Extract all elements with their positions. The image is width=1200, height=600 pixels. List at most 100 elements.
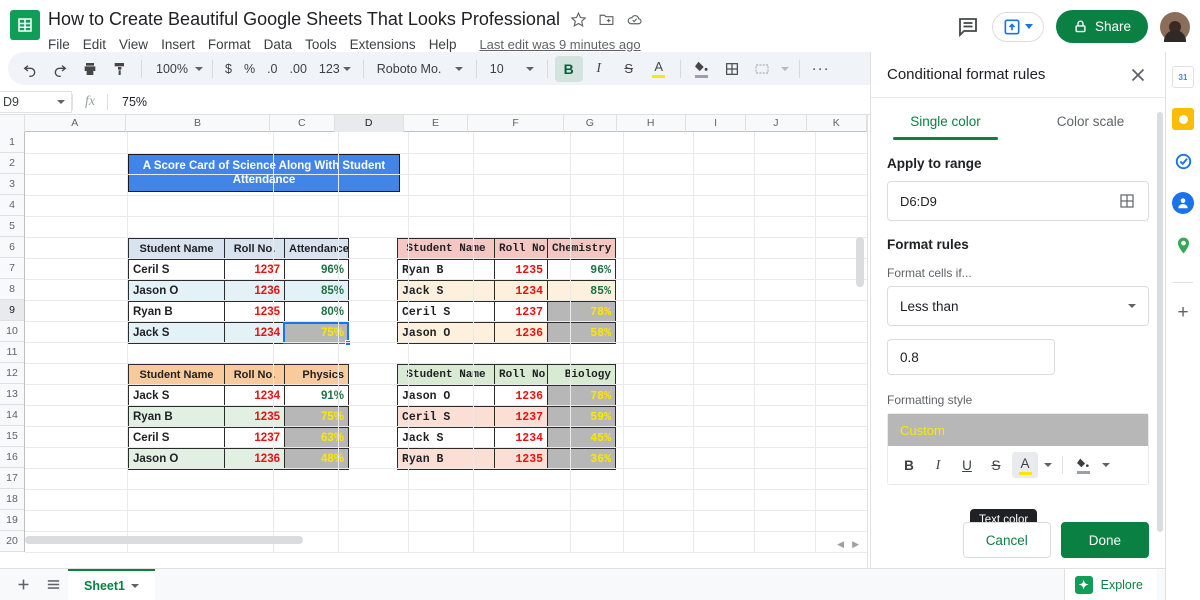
row-header-6[interactable]: 6 [0,237,24,258]
cell-roll-no[interactable]: 1235 [494,448,548,470]
cell-score[interactable]: 78% [547,301,616,323]
row-header-1[interactable]: 1 [0,132,24,153]
threshold-input[interactable]: 0.8 [887,339,1055,375]
avatar[interactable] [1160,11,1190,42]
present-to-meeting-button[interactable] [991,11,1044,42]
cell-student-name[interactable]: Jason O [397,322,495,344]
cell-student-name[interactable]: Jack S [128,322,225,344]
cell-score[interactable]: 59% [547,406,616,428]
cell-student-name[interactable]: Ceril S [397,301,495,323]
column-header-d[interactable]: D [334,115,404,132]
cancel-button[interactable]: Cancel [962,522,1051,558]
panel-scrollbar[interactable] [1157,112,1163,532]
document-title[interactable]: How to Create Beautiful Google Sheets Th… [48,9,560,30]
add-app-button[interactable]: + [1177,303,1188,322]
column-header-k[interactable]: K [807,115,867,132]
cell-roll-no[interactable]: 1237 [494,406,548,428]
cell-roll-no[interactable]: 1235 [494,259,548,281]
score-card-banner[interactable]: A Score Card of Science Along With Stude… [128,154,400,192]
horizontal-scrollbar[interactable] [25,536,845,548]
cell-roll-no[interactable]: 1235 [224,301,285,323]
cell-score[interactable]: 96% [547,259,616,281]
italic-button[interactable]: I [585,56,613,82]
cell-roll-no[interactable]: 1236 [494,322,548,344]
strikethrough-button[interactable]: S [615,56,643,82]
share-button[interactable]: Share [1055,10,1148,43]
cell-roll-no[interactable]: 1237 [224,259,285,281]
column-header-b[interactable]: B [126,115,271,132]
column-header-a[interactable]: A [25,115,126,132]
cell-student-name[interactable]: Jason O [397,385,495,407]
style-underline-button[interactable]: U [954,452,980,478]
table-row[interactable]: Ryan B 1235 36% [397,448,616,470]
style-fill-color-caret[interactable] [1099,452,1113,478]
menu-item-tools[interactable]: Tools [305,37,337,52]
percent-format-button[interactable]: % [239,56,260,82]
cell-roll-no[interactable]: 1234 [494,427,548,449]
table-row[interactable]: Ceril S 1237 63% [128,427,349,449]
add-sheet-icon[interactable] [8,572,38,598]
table-row[interactable]: Jason O 1236 85% [128,280,349,302]
explore-button[interactable]: ✦ Explore [1063,568,1157,600]
keep-icon[interactable] [1172,108,1194,130]
table-row[interactable]: Ryan B 1235 75% [128,406,349,428]
cell-score[interactable]: 45% [547,427,616,449]
more-options-icon[interactable]: ··· [807,56,835,82]
merge-cells-icon[interactable] [748,56,776,82]
row-header-13[interactable]: 13 [0,384,24,405]
decrease-decimal-button[interactable]: .0 [262,56,282,82]
move-to-folder-icon[interactable] [598,10,616,28]
cloud-saved-icon[interactable] [626,10,644,28]
tab-single-color[interactable]: Single color [873,98,1018,140]
bold-button[interactable]: B [554,55,583,82]
name-box[interactable]: D9 [0,90,72,113]
cell-student-name[interactable]: Jack S [397,280,495,302]
star-icon[interactable] [570,10,588,28]
cell-roll-no[interactable]: 1234 [224,385,285,407]
font-size-select[interactable]: 10 [484,62,540,76]
select-range-icon[interactable] [1118,192,1136,210]
table-row[interactable]: Jason O 1236 58% [397,322,616,344]
column-header-j[interactable]: J [746,115,807,132]
table-row[interactable]: Ryan B 1235 96% [397,259,616,281]
row-header-2[interactable]: 2 [0,153,24,174]
row-header-3[interactable]: 3 [0,174,24,195]
comment-icon[interactable] [956,15,980,39]
cell-score[interactable]: 85% [547,280,616,302]
table-row[interactable]: Jason O 1236 78% [397,385,616,407]
more-formats-button[interactable]: 123 [314,56,356,82]
cell-score[interactable]: 36% [547,448,616,470]
range-input[interactable]: D6:D9 [887,181,1149,221]
table-row[interactable]: Ceril S 1237 59% [397,406,616,428]
close-icon[interactable] [1127,64,1149,86]
scroll-left-button[interactable]: ◀ [837,539,844,550]
menu-item-file[interactable]: File [48,37,70,52]
tab-color-scale[interactable]: Color scale [1018,98,1163,140]
borders-icon[interactable] [718,56,746,82]
column-header-e[interactable]: E [404,115,469,132]
tasks-icon[interactable] [1172,150,1194,172]
cell-score[interactable]: 58% [547,322,616,344]
formula-input[interactable]: 75% [108,95,147,109]
cell-roll-no[interactable]: 1236 [494,385,548,407]
text-color-button[interactable]: A [645,56,673,82]
row-header-18[interactable]: 18 [0,489,24,510]
style-strikethrough-button[interactable]: S [983,452,1009,478]
cell-student-name[interactable]: Ryan B [128,406,225,428]
merge-caret[interactable] [778,56,792,82]
cell-roll-no[interactable]: 1237 [494,301,548,323]
style-text-color-caret[interactable] [1041,452,1055,478]
style-text-color-button[interactable]: A [1012,452,1038,478]
style-fill-color-icon[interactable] [1070,452,1096,478]
row-header-8[interactable]: 8 [0,279,24,300]
row-header-10[interactable]: 10 [0,321,24,342]
column-header-c[interactable]: C [270,115,335,132]
cell-roll-no[interactable]: 1236 [224,280,285,302]
fill-color-icon[interactable] [688,56,716,82]
table-row[interactable]: Jack S 1234 45% [397,427,616,449]
paint-format-icon[interactable] [106,56,134,82]
last-edit-status[interactable]: Last edit was 9 minutes ago [479,37,640,52]
menu-item-view[interactable]: View [119,37,148,52]
cell-student-name[interactable]: Ceril S [128,259,225,281]
all-sheets-icon[interactable] [38,572,68,598]
